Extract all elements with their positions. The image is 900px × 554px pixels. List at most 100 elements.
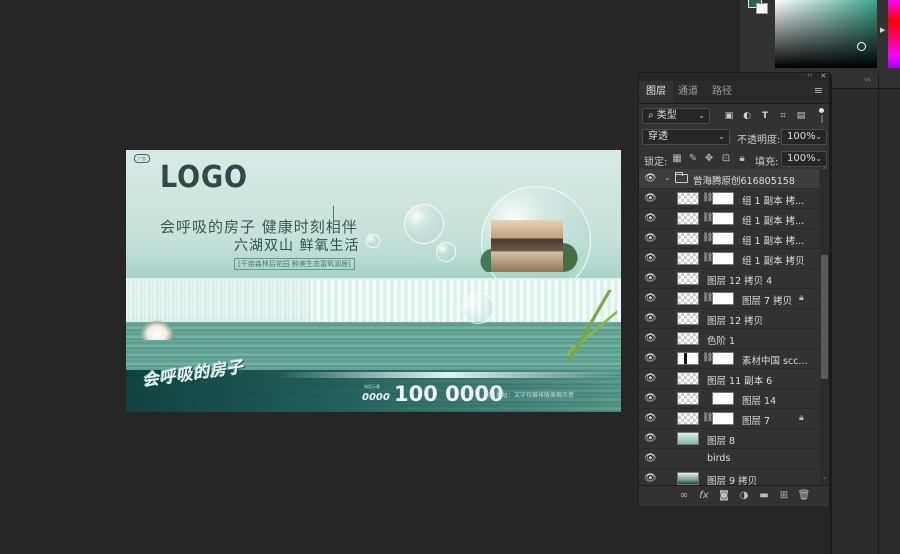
opacity-input[interactable]: 100% ⌄ xyxy=(781,129,827,145)
tab-layers[interactable]: 图层 xyxy=(639,81,673,103)
tab-channels[interactable]: 通道 xyxy=(671,81,705,103)
lock-image-icon[interactable]: ✎ xyxy=(687,153,699,164)
fill-input[interactable]: 100% ⌄ xyxy=(781,151,827,167)
layer-row-group[interactable]: 👁︎ ⌄ 曾海腾原创616805158 xyxy=(639,169,819,189)
lock-all-icon[interactable]: 🔒︎ xyxy=(736,153,748,164)
document-artwork[interactable]: 广告 LOGO 会呼吸的房子 健康时刻相伴 六湖双山 鲜氧生活 [千亩森林后花园… xyxy=(126,150,621,412)
tab-paths[interactable]: 路径 xyxy=(705,81,739,103)
mask-icon[interactable]: ◙ xyxy=(717,490,731,501)
scrollbar-thumb[interactable] xyxy=(821,255,828,379)
color-cursor[interactable] xyxy=(857,42,866,51)
layer-mask-thumbnail[interactable] xyxy=(712,292,734,305)
chevron-down-icon: ⌄ xyxy=(815,132,822,141)
layer-row[interactable]: 👁︎ birds xyxy=(639,449,819,469)
visibility-eye-icon[interactable]: 👁︎ xyxy=(644,253,657,264)
disclosure-triangle-icon[interactable]: ⌄ xyxy=(664,173,671,182)
visibility-eye-icon[interactable]: 👁︎ xyxy=(644,433,657,444)
layer-mask-thumbnail[interactable] xyxy=(712,392,734,405)
layer-thumbnail xyxy=(677,412,699,425)
layer-row[interactable]: 👁︎ 图层 11 副本 6 xyxy=(639,369,819,389)
adjustment-icon[interactable]: ◑ xyxy=(737,490,751,501)
layer-row[interactable]: 👁︎ ⛓ 素材中国 scc... xyxy=(639,349,819,369)
layer-thumbnail xyxy=(677,252,699,265)
visibility-eye-icon[interactable]: 👁︎ xyxy=(644,473,657,484)
expand-dock-icon[interactable]: ‹‹ xyxy=(864,75,870,84)
visibility-eye-icon[interactable]: 👁︎ xyxy=(644,353,657,364)
blend-mode-select[interactable]: 穿透 ⌄ xyxy=(642,129,730,145)
visibility-eye-icon[interactable]: 👁︎ xyxy=(644,313,657,324)
color-picker[interactable]: ▶ xyxy=(740,0,900,75)
close-panel-icon[interactable]: × xyxy=(820,71,827,80)
layer-row[interactable]: 👁︎ ⛓ 组 1 副本 拷... xyxy=(639,229,819,249)
layer-row[interactable]: 👁︎ ⛓ 组 1 副本 拷贝 xyxy=(639,249,819,269)
layer-row[interactable]: 👁︎ ⛓ 组 1 副本 拷... xyxy=(639,209,819,229)
layer-name: 图层 9 拷贝 xyxy=(707,476,758,485)
visibility-eye-icon[interactable]: 👁︎ xyxy=(644,333,657,344)
chevron-down-icon: ⌄ xyxy=(815,154,822,163)
layer-mask-thumbnail[interactable] xyxy=(712,412,734,425)
visibility-eye-icon[interactable]: 👁︎ xyxy=(644,453,657,464)
layer-row[interactable]: 👁︎ 图层 12 拷贝 xyxy=(639,309,819,329)
layer-mask-thumbnail[interactable] xyxy=(712,212,734,225)
panel-titlebar: ‹‹ × xyxy=(639,71,829,81)
smart-object-filter-icon[interactable]: ▤ xyxy=(795,111,807,121)
layer-thumbnail xyxy=(677,272,699,285)
visibility-eye-icon[interactable]: 👁︎ xyxy=(644,213,657,224)
type-filter-icon[interactable]: T xyxy=(759,111,771,121)
layer-thumbnail xyxy=(677,372,699,385)
lock-artboard-icon[interactable]: ⊡ xyxy=(720,153,732,164)
layer-row[interactable]: 👁︎ ⛓ 图层 7 🔒︎ xyxy=(639,409,819,429)
link-icon[interactable]: ∞ xyxy=(677,490,691,501)
collapse-panel-icon[interactable]: ‹‹ xyxy=(807,71,813,79)
filter-toggle-icon[interactable] xyxy=(819,108,824,113)
visibility-eye-icon[interactable]: 👁︎ xyxy=(644,173,657,184)
visibility-eye-icon[interactable]: 👁︎ xyxy=(644,233,657,244)
layer-row[interactable]: 👁︎ ⛓ 图层 7 拷贝 🔒︎ xyxy=(639,289,819,309)
lock-transparent-icon[interactable]: ▦ xyxy=(671,153,683,164)
layer-thumbnail xyxy=(677,292,699,305)
tagline: [千亩森林后花园 醉美生态富氧湖居] xyxy=(234,258,355,270)
visibility-eye-icon[interactable]: 👁︎ xyxy=(644,413,657,424)
pixel-filter-icon[interactable]: ▣ xyxy=(723,111,735,121)
layer-row[interactable]: 👁︎ 图层 14 xyxy=(639,389,819,409)
background-color-swatch[interactable] xyxy=(756,3,768,14)
visibility-eye-icon[interactable]: 👁︎ xyxy=(644,293,657,304)
saturation-value-field[interactable] xyxy=(775,0,877,68)
visibility-eye-icon[interactable]: 👁︎ xyxy=(644,373,657,384)
visibility-eye-icon[interactable]: 👁︎ xyxy=(644,393,657,404)
visibility-eye-icon[interactable]: 👁︎ xyxy=(644,193,657,204)
lotus-flower xyxy=(140,320,174,340)
layer-name: 图层 11 副本 6 xyxy=(707,376,773,387)
layer-mask-thumbnail[interactable] xyxy=(712,252,734,265)
fx-icon[interactable]: fx xyxy=(697,490,711,501)
bubble xyxy=(404,204,444,244)
scroll-down-icon[interactable]: ˅ xyxy=(820,477,829,485)
trash-icon[interactable]: 🗑︎ xyxy=(797,490,811,501)
layer-mask-thumbnail[interactable] xyxy=(712,352,734,365)
layers-scrollbar[interactable]: ˄ ˅ xyxy=(820,167,829,485)
panel-menu-icon[interactable]: ≡ xyxy=(814,85,823,96)
blend-mode-value: 穿透 xyxy=(648,131,668,142)
filter-kind-value: 类型 xyxy=(656,110,677,121)
opacity-value: 100% xyxy=(787,131,816,142)
layer-row[interactable]: 👁︎ 图层 12 拷贝 4 xyxy=(639,269,819,289)
visibility-eye-icon[interactable]: 👁︎ xyxy=(644,273,657,284)
layer-row[interactable]: 👁︎ 色阶 1 xyxy=(639,329,819,349)
layer-mask-thumbnail[interactable] xyxy=(712,232,734,245)
layer-lock-icon: 🔒︎ xyxy=(799,413,804,423)
layer-mask-thumbnail[interactable] xyxy=(712,192,734,205)
layer-thumbnail xyxy=(677,192,699,205)
lock-position-icon[interactable]: ✥ xyxy=(703,153,715,164)
layer-name: birds xyxy=(707,453,731,464)
layer-row[interactable]: 👁︎ 图层 8 xyxy=(639,429,819,449)
layer-row[interactable]: 👁︎ ⛓ 组 1 副本 拷... xyxy=(639,189,819,209)
folder-icon[interactable]: ▬ xyxy=(757,490,771,501)
hue-slider[interactable] xyxy=(888,0,900,68)
scroll-up-icon[interactable]: ˄ xyxy=(820,167,829,175)
shape-filter-icon[interactable]: ⌗ xyxy=(777,111,789,121)
filter-kind-select[interactable]: ⌕ 类型 ⌄ xyxy=(642,108,710,124)
adjustment-filter-icon[interactable]: ◐ xyxy=(741,111,753,121)
search-icon: ⌕ xyxy=(648,110,657,121)
new-layer-icon[interactable]: ⊞ xyxy=(777,490,791,501)
layer-row[interactable]: 👁︎ 图层 9 拷贝 xyxy=(639,469,819,485)
